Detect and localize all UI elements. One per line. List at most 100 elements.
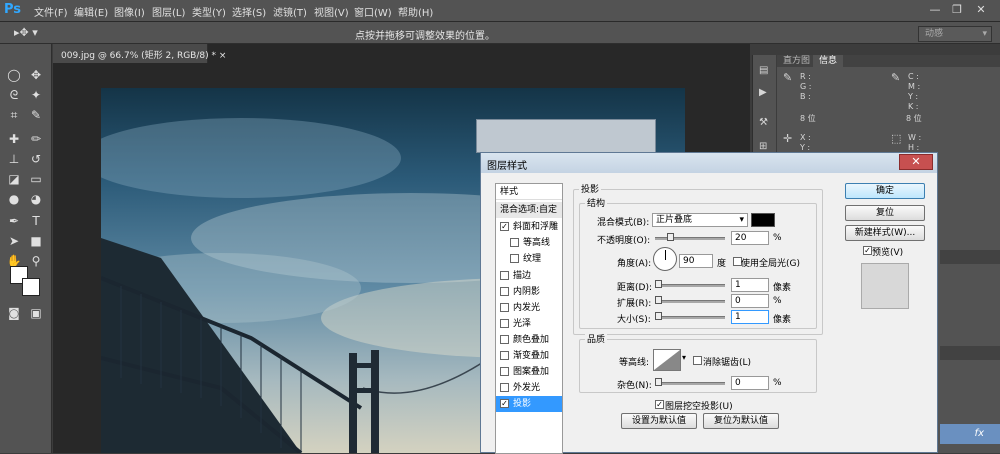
style-outer-glow[interactable]: 外发光 [496,380,562,396]
slider-thumb[interactable] [655,296,662,304]
set-default-button[interactable]: 设置为默认值 [621,413,697,429]
style-bevel-emboss[interactable]: ✓ 斜面和浮雕 [496,219,562,235]
checkbox[interactable] [500,318,509,328]
checkbox[interactable]: ✓ [500,221,509,231]
checkbox[interactable] [510,253,519,263]
healing-brush-icon[interactable]: ✚ [4,130,24,148]
new-style-button[interactable]: 新建样式(W)... [845,225,925,241]
checkbox[interactable] [510,237,519,247]
dodge-tool-icon[interactable]: ◕ [26,190,46,208]
blur-tool-icon[interactable]: ● [4,190,24,208]
checkbox[interactable] [500,270,509,280]
menu-file[interactable]: 文件(F) [34,4,68,19]
tab-histogram[interactable]: 直方图 [777,55,816,67]
style-inner-shadow[interactable]: 内阴影 [496,284,562,300]
type-tool-icon[interactable]: T [26,212,46,230]
slider-thumb[interactable] [655,378,662,386]
spread-slider[interactable] [655,296,725,304]
shape-tool-icon[interactable]: ■ [26,232,46,250]
slider-thumb[interactable] [655,280,662,288]
checkbox[interactable] [500,334,509,344]
document-tab[interactable]: 009.jpg @ 66.7% (矩形 2, RGB/8) * × [53,44,226,63]
checkbox[interactable] [500,302,509,312]
preview-checkbox[interactable]: ✓ [863,246,872,255]
play-icon[interactable]: ▶ [759,87,767,98]
tab-info[interactable]: 信息 [813,55,844,67]
knockout-checkbox[interactable]: ✓ [655,400,664,409]
checkbox[interactable] [500,286,509,296]
angle-input[interactable]: 90 [679,254,713,268]
opacity-slider[interactable] [655,233,725,241]
menu-filter[interactable]: 滤镜(T) [273,4,307,19]
eyedropper-icon[interactable]: ✎ [26,106,46,124]
path-select-icon[interactable]: ➤ [4,232,24,250]
checkbox[interactable] [500,382,509,392]
dialog-close-button[interactable]: ✕ [899,154,933,170]
blend-mode-select[interactable]: 正片叠底 ▾ [652,213,748,227]
shadow-color-swatch[interactable] [751,213,775,227]
crop-tool-icon[interactable]: ⌗ [4,106,24,124]
clone-source-icon[interactable]: ⊞ [759,141,767,152]
close-window-button[interactable]: ✕ [972,2,990,18]
menu-image[interactable]: 图像(I) [114,4,145,19]
chevron-down-icon[interactable]: ▾ [682,353,686,362]
brush-presets-icon[interactable]: ⚒ [759,117,768,128]
slider-thumb[interactable] [655,312,662,320]
angle-dial[interactable] [653,247,677,271]
menu-view[interactable]: 视图(V) [314,4,349,19]
background-color-swatch[interactable] [22,278,40,296]
style-stroke[interactable]: 描边 [496,268,562,284]
move-tool-icon[interactable]: ▸✥ ▾ [14,26,38,39]
menu-help[interactable]: 帮助(H) [398,4,433,19]
gradient-tool-icon[interactable]: ▭ [26,170,46,188]
opacity-input[interactable]: 20 [731,231,769,245]
reset-button[interactable]: 复位 [845,205,925,221]
checkbox[interactable]: ✓ [500,398,509,408]
menu-layer[interactable]: 图层(L) [152,4,185,19]
noise-input[interactable]: 0 [731,376,769,390]
brush-tool-icon[interactable]: ✏ [26,130,46,148]
history-icon[interactable]: ▤ [759,65,768,76]
blend-options-item[interactable]: 混合选项:自定 [496,202,562,218]
noise-slider[interactable] [655,378,725,386]
style-color-overlay[interactable]: 颜色叠加 [496,332,562,348]
style-pattern-overlay[interactable]: 图案叠加 [496,364,562,380]
dialog-title-bar[interactable]: 图层样式 [481,153,937,173]
style-contour[interactable]: 等高线 [496,235,562,251]
size-slider[interactable] [655,312,725,320]
ok-button[interactable]: 确定 [845,183,925,199]
style-texture[interactable]: 纹理 [496,251,562,267]
slider-thumb[interactable] [667,233,674,241]
style-satin[interactable]: 光泽 [496,316,562,332]
marquee-tool-icon[interactable]: ◯ [4,66,24,84]
menu-type[interactable]: 类型(Y) [192,4,226,19]
fx-icon[interactable]: fx [975,428,984,439]
move-tool-icon[interactable]: ✥ [26,66,46,84]
antialias-checkbox[interactable] [693,356,702,365]
menu-edit[interactable]: 编辑(E) [74,4,108,19]
checkbox[interactable] [500,350,509,360]
distance-slider[interactable] [655,280,725,288]
screen-mode-icon[interactable]: ▣ [26,304,46,322]
lasso-tool-icon[interactable]: ᘓ [4,86,24,104]
size-input[interactable]: 1 [731,310,769,324]
style-drop-shadow[interactable]: ✓ 投影 [496,396,562,412]
menu-window[interactable]: 窗口(W) [354,4,392,19]
distance-input[interactable]: 1 [731,278,769,292]
close-tab-icon[interactable]: × [219,51,227,61]
magic-wand-icon[interactable]: ✦ [26,86,46,104]
zoom-tool-icon[interactable]: ⚲ [26,252,46,270]
menu-select[interactable]: 选择(S) [232,4,266,19]
pen-tool-icon[interactable]: ✒ [4,212,24,230]
style-inner-glow[interactable]: 内发光 [496,300,562,316]
styles-header[interactable]: 样式 [496,184,562,200]
stamp-tool-icon[interactable]: ⊥ [4,150,24,168]
eraser-tool-icon[interactable]: ◪ [4,170,24,188]
workspace-select[interactable]: 动感 ▾ [918,26,992,42]
minimize-button[interactable]: — [926,2,944,18]
history-brush-icon[interactable]: ↺ [26,150,46,168]
contour-picker[interactable] [653,349,681,371]
quick-mask-icon[interactable]: ◙ [4,304,24,322]
layer-row-selected[interactable]: fx [940,424,1000,444]
restore-button[interactable]: ❐ [948,2,966,18]
